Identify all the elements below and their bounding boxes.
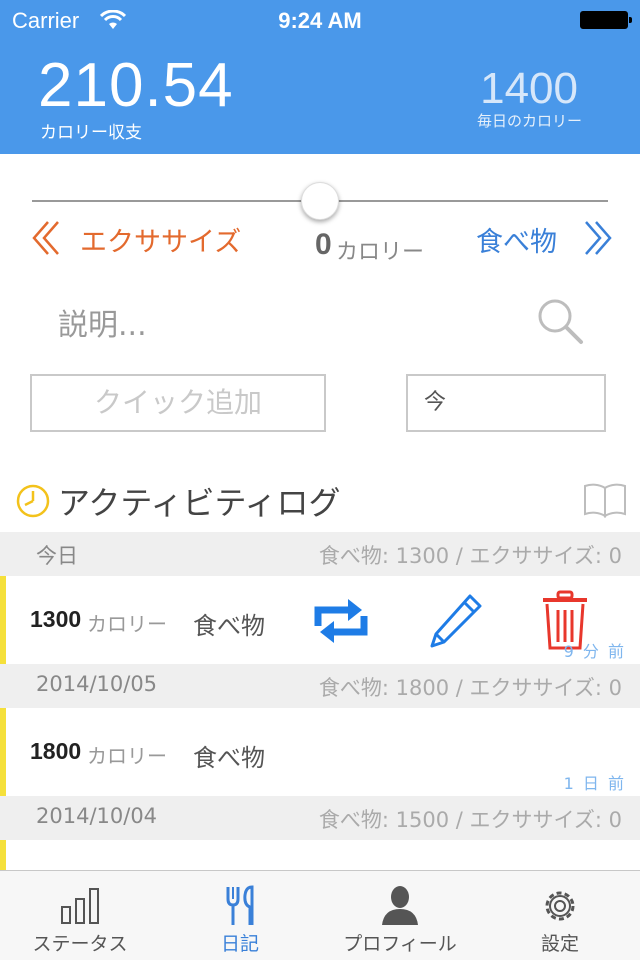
entry-time-ago: 1 日 前 bbox=[563, 774, 626, 793]
quick-add-button[interactable]: クイック追加 bbox=[30, 374, 326, 432]
food-toggle[interactable]: 食べ物 bbox=[476, 220, 557, 259]
pencil-icon[interactable] bbox=[426, 592, 484, 650]
log-section-header: 今日 食べ物: 1300 / エクササイズ: 0 bbox=[0, 532, 640, 576]
entry-unit: カロリー bbox=[87, 612, 167, 636]
repeat-icon[interactable] bbox=[312, 596, 370, 646]
entry-calories: 1800 bbox=[30, 738, 82, 764]
calorie-amount: 0 bbox=[315, 228, 332, 261]
exercise-toggle[interactable]: エクササイズ bbox=[80, 220, 241, 259]
log-entry-row[interactable]: 1800 カロリー 食べ物 1 日 前 bbox=[0, 708, 640, 796]
daily-calorie-value[interactable]: 1400 bbox=[480, 64, 578, 114]
tab-label: 日記 bbox=[220, 933, 259, 955]
person-icon bbox=[382, 886, 418, 925]
search-icon[interactable] bbox=[535, 296, 585, 346]
food-marker bbox=[0, 840, 6, 870]
time-field[interactable]: 今 bbox=[406, 374, 606, 432]
entry-time-ago: 9 分 前 bbox=[563, 642, 626, 661]
entry-calories: 1300 bbox=[30, 606, 82, 632]
tab-label: ステータス bbox=[32, 933, 128, 955]
book-icon[interactable] bbox=[583, 482, 627, 518]
log-entry-row[interactable]: 1300 カロリー 食べ物 9 分 前 bbox=[0, 576, 640, 664]
calorie-slider-thumb[interactable] bbox=[301, 182, 339, 220]
section-date: 今日 bbox=[36, 544, 78, 568]
section-summary: 食べ物: 1800 / エクササイズ: 0 bbox=[318, 676, 622, 700]
tab-status[interactable]: ステータス bbox=[0, 871, 160, 960]
clock-icon bbox=[16, 484, 50, 518]
tab-settings[interactable]: 設定 bbox=[480, 871, 640, 960]
log-section-header: 2014/10/04 食べ物: 1500 / エクササイズ: 0 bbox=[0, 796, 640, 840]
calorie-unit: カロリー bbox=[336, 240, 425, 265]
tab-diary[interactable]: 日記 bbox=[160, 871, 320, 960]
fork-knife-icon bbox=[226, 885, 254, 925]
header-panel: Carrier 9:24 AM 210.54 カロリー収支 1400 毎日のカロ… bbox=[0, 0, 640, 154]
chevron-right-icon[interactable] bbox=[576, 218, 616, 258]
tab-profile[interactable]: プロフィール bbox=[320, 871, 480, 960]
section-summary: 食べ物: 1500 / エクササイズ: 0 bbox=[318, 808, 622, 832]
log-section-header: 2014/10/05 食べ物: 1800 / エクササイズ: 0 bbox=[0, 664, 640, 708]
entry-type: 食べ物 bbox=[193, 744, 265, 772]
food-marker bbox=[0, 708, 6, 796]
description-input[interactable]: 説明... bbox=[58, 300, 147, 344]
section-date: 2014/10/04 bbox=[36, 804, 158, 828]
calorie-balance-label: カロリー収支 bbox=[40, 123, 142, 143]
battery-icon bbox=[580, 11, 632, 29]
entry-type: 食べ物 bbox=[193, 612, 265, 640]
gear-icon bbox=[545, 891, 575, 921]
entry-unit: カロリー bbox=[87, 744, 167, 768]
activity-log-title: アクティビティログ bbox=[58, 484, 341, 522]
tab-label: プロフィール bbox=[343, 933, 457, 955]
tab-bar: ステータス 日記 プロフィール 設定 bbox=[0, 870, 640, 960]
bar-chart-icon bbox=[61, 888, 99, 924]
section-summary: 食べ物: 1300 / エクササイズ: 0 bbox=[318, 544, 622, 568]
status-bar: Carrier 9:24 AM bbox=[0, 0, 640, 40]
daily-calorie-label: 毎日のカロリー bbox=[476, 112, 582, 130]
clock-time: 9:24 AM bbox=[278, 8, 362, 33]
section-date: 2014/10/05 bbox=[36, 672, 158, 696]
tab-label: 設定 bbox=[540, 933, 579, 955]
chevron-left-icon[interactable] bbox=[28, 218, 68, 258]
calorie-balance-value: 210.54 bbox=[38, 51, 234, 120]
food-marker bbox=[0, 576, 6, 664]
